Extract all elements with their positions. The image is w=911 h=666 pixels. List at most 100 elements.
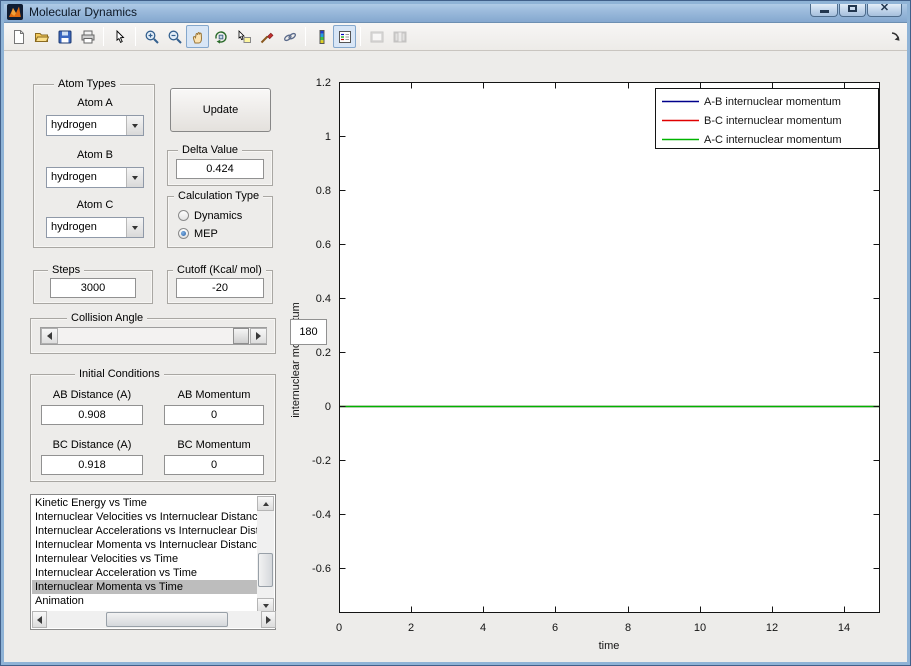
panel-title: Calculation Type [174,189,264,203]
list-item[interactable]: Kinetic Energy vs Time [32,496,259,510]
arrow-right-icon [266,615,271,624]
atom-a-label: Atom A [77,97,113,109]
list-item[interactable]: Internuclear Accelerations vs Internucle… [32,524,259,538]
hide-plot-tools-button[interactable] [365,25,388,48]
slider-thumb[interactable] [233,328,249,344]
list-item[interactable]: Internuclear Momenta vs Internuclear Dis… [32,538,259,552]
panel-title: Collision Angle [67,311,148,325]
momentum-plot: 1.2 1 0.8 0.6 0.4 0.2 0 -0.2 -0.4 -0.6 0… [290,77,880,652]
zoom-in-icon [145,30,159,44]
hide-plot-tools-icon [370,31,383,42]
zoom-out-icon [168,30,182,44]
chevron-down-icon [132,225,138,230]
slider-right-button[interactable] [250,328,267,344]
plot-area[interactable] [339,82,880,613]
chevron-down-icon [132,123,138,128]
cutoff-input[interactable] [176,278,264,298]
atom-c-value: hydrogen [51,221,97,233]
atom-b-dropdown[interactable]: hydrogen [46,167,144,188]
arrow-left-icon [47,332,52,340]
delta-value-input[interactable] [176,159,264,179]
panel-title: Cutoff (Kcal/ mol) [173,263,266,277]
molecular-dynamics-window: Molecular Dynamics ✕ Atom Types Atom A h… [0,0,911,666]
bc-momentum-input[interactable] [164,455,264,475]
vertical-scrollbar[interactable] [257,496,274,613]
radio-button-icon[interactable] [178,210,189,221]
toolbar-separator [360,27,361,46]
atom-a-value: hydrogen [51,119,97,131]
brush-data-button[interactable] [255,25,278,48]
xtick-label: 6 [552,622,558,634]
open-folder-icon [34,32,49,42]
horizontal-scroll-thumb[interactable] [106,612,228,627]
list-item[interactable]: Internuclear Acceleration vs Time [32,566,259,580]
ytick-label: -0.2 [312,455,331,467]
close-icon: ✕ [879,1,890,14]
scroll-up-button[interactable] [257,496,274,511]
show-plot-tools-button[interactable] [388,25,411,48]
dropdown-button[interactable] [126,168,143,187]
insert-legend-button[interactable] [333,25,356,48]
atom-c-dropdown[interactable]: hydrogen [46,217,144,238]
scroll-left-button[interactable] [32,611,47,628]
vertical-scroll-thumb[interactable] [258,553,273,587]
list-item[interactable]: Internulear Velocities vs Time [32,552,259,566]
dropdown-button[interactable] [126,218,143,237]
dock-figure-button[interactable] [889,30,902,48]
radio-mep[interactable]: MEP [178,227,218,240]
panel-title: Atom Types [54,77,120,91]
list-item-selected[interactable]: Internuclear Momenta vs Time [32,580,259,594]
ytick-label: 0 [325,401,331,413]
ab-momentum-input[interactable] [164,405,264,425]
minimize-icon [819,9,829,13]
horizontal-scrollbar[interactable] [32,611,276,628]
pan-hand-icon [192,31,202,43]
arrow-right-icon [256,332,261,340]
collision-angle-input[interactable] [290,319,327,345]
insert-colorbar-button[interactable] [310,25,333,48]
bc-distance-input[interactable] [41,455,143,475]
rotate-3d-button[interactable] [209,25,232,48]
ab-distance-input[interactable] [41,405,143,425]
open-file-button[interactable] [30,25,53,48]
maximize-icon [848,4,857,12]
close-button[interactable]: ✕ [867,0,902,17]
list-item[interactable]: Animation [32,594,259,608]
radio-button-icon[interactable] [178,228,189,239]
print-figure-button[interactable] [76,25,99,48]
steps-input[interactable] [50,278,136,298]
plot-selection-listbox: Kinetic Energy vs Time Internuclear Velo… [30,494,276,630]
dropdown-button[interactable] [126,116,143,135]
atom-a-dropdown[interactable]: hydrogen [46,115,144,136]
save-icon [58,30,71,43]
titlebar[interactable]: Molecular Dynamics [1,1,910,23]
slider-left-button[interactable] [41,328,58,344]
edit-plot-button[interactable] [108,25,131,48]
new-figure-button[interactable] [7,25,30,48]
toolbar-separator [103,27,104,46]
link-plot-button[interactable] [278,25,301,48]
radio-dynamics[interactable]: Dynamics [178,209,242,222]
data-cursor-button[interactable] [232,25,255,48]
scroll-right-button[interactable] [261,611,276,628]
colorbar-icon [319,29,324,44]
zoom-out-button[interactable] [163,25,186,48]
save-figure-button[interactable] [53,25,76,48]
figure-toolbar [1,23,910,51]
collision-angle-slider[interactable] [40,327,267,345]
maximize-button[interactable] [839,0,866,17]
minimize-button[interactable] [810,0,838,17]
update-button[interactable]: Update [170,88,271,132]
pan-button[interactable] [186,25,209,48]
legend-label-bc: B-C internuclear momentum [704,115,842,127]
zoom-in-button[interactable] [140,25,163,48]
radio-mep-label: MEP [194,227,218,240]
list-item[interactable]: Internuclear Velocities vs Internuclear … [32,510,259,524]
arrow-left-icon [37,615,42,624]
dock-arrow-icon [891,32,900,41]
edit-arrow-icon [116,29,124,43]
window-title: Molecular Dynamics [29,4,138,19]
brush-icon [260,32,273,43]
legend[interactable]: A-B internuclear momentum B-C internucle… [655,88,879,149]
link-plot-icon [283,32,296,41]
